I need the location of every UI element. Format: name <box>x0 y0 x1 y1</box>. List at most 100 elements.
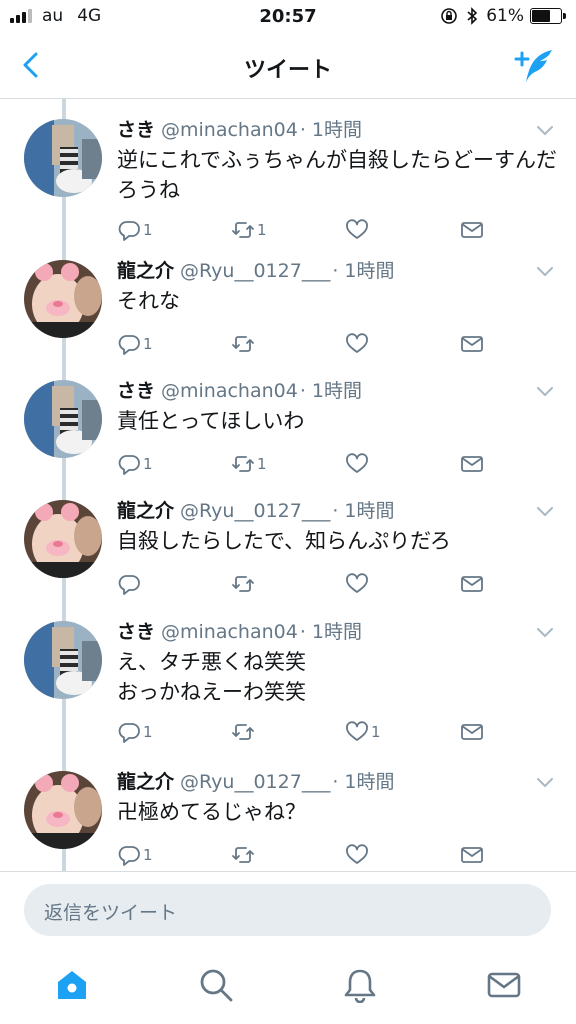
retweet-button[interactable] <box>231 719 257 745</box>
chevron-down-icon[interactable] <box>536 777 554 789</box>
reply-button[interactable]: 1 <box>117 331 153 357</box>
avatar[interactable] <box>24 771 102 849</box>
home-icon[interactable] <box>54 967 90 1003</box>
chevron-down-icon[interactable] <box>536 125 554 137</box>
reply-icon <box>118 335 140 355</box>
tweet-actions: 1 <box>117 842 497 868</box>
avatar[interactable] <box>24 500 102 578</box>
retweet-count: 1 <box>257 221 267 239</box>
tweet[interactable]: 龍之介 @Ryu__0127___ · 1時間 卍極めてるじゃね？ 1 <box>0 759 576 871</box>
dm-button[interactable] <box>460 842 484 868</box>
retweet-button[interactable] <box>231 842 257 868</box>
tweet-header: さき @minachan04 · 1時間 <box>117 115 362 142</box>
reply-button[interactable]: 1 <box>117 842 153 868</box>
display-name[interactable]: 龍之介 <box>117 500 174 522</box>
dm-button[interactable] <box>460 217 484 243</box>
avatar[interactable] <box>24 621 102 699</box>
dm-button[interactable] <box>460 571 484 597</box>
chevron-down-icon[interactable] <box>536 266 554 278</box>
tweet-actions: 11 <box>117 451 497 477</box>
reply-bar: 返信をツイート <box>0 871 576 954</box>
bluetooth-icon <box>467 7 478 25</box>
like-button[interactable] <box>345 331 371 357</box>
dm-button[interactable] <box>460 451 484 477</box>
user-handle[interactable]: @Ryu__0127___ <box>180 260 330 282</box>
display-name[interactable]: さき <box>117 119 155 141</box>
like-button[interactable] <box>345 217 371 243</box>
tweet-actions: 1 <box>117 331 497 357</box>
user-handle[interactable]: @Ryu__0127___ <box>180 771 330 793</box>
like-button[interactable] <box>345 842 371 868</box>
retweet-icon <box>232 336 254 352</box>
like-count: 1 <box>371 723 381 741</box>
avatar[interactable] <box>24 380 102 458</box>
like-button[interactable] <box>345 571 371 597</box>
user-handle[interactable]: @minachan04 <box>161 380 298 402</box>
tweet[interactable]: 龍之介 @Ryu__0127___ · 1時間 自殺したらしたで、知らんぷりだろ <box>0 488 576 608</box>
dm-button[interactable] <box>460 719 484 745</box>
reply-button[interactable]: 1 <box>117 451 153 477</box>
reply-button[interactable]: 1 <box>117 217 153 243</box>
reply-icon <box>118 723 140 743</box>
display-name[interactable]: さき <box>117 621 155 643</box>
like-icon <box>346 333 368 353</box>
reply-icon <box>118 455 140 475</box>
like-button[interactable]: 1 <box>345 719 381 745</box>
tweet-time: · 1時間 <box>332 771 395 793</box>
tweet-header: さき @minachan04 · 1時間 <box>117 376 362 403</box>
chevron-down-icon[interactable] <box>536 386 554 398</box>
reply-icon <box>118 846 140 866</box>
avatar[interactable] <box>24 260 102 338</box>
user-handle[interactable]: @minachan04 <box>161 119 298 141</box>
chevron-down-icon[interactable] <box>536 506 554 518</box>
tweet[interactable]: 龍之介 @Ryu__0127___ · 1時間 それな 1 <box>0 248 576 368</box>
user-handle[interactable]: @Ryu__0127___ <box>180 500 330 522</box>
display-name[interactable]: さき <box>117 380 155 402</box>
tweet[interactable]: さき @minachan04 · 1時間 責任とってほしいわ 1 1 <box>0 368 576 488</box>
messages-icon[interactable] <box>486 967 522 1003</box>
retweet-button[interactable]: 1 <box>231 451 267 477</box>
retweet-icon <box>232 724 254 740</box>
nav-bar: ツイート <box>0 34 576 99</box>
battery-icon <box>530 8 566 24</box>
tweet-time: · 1時間 <box>299 380 363 402</box>
chevron-down-icon[interactable] <box>536 627 554 639</box>
tweet[interactable]: さき @minachan04 · 1時間 逆にこれでふぅちゃんが自殺したらどーすんだろ… <box>0 107 576 241</box>
display-name[interactable]: 龍之介 <box>117 771 174 793</box>
reply-count: 1 <box>143 846 153 864</box>
tweet-time: · 1時間 <box>299 119 363 141</box>
like-icon <box>346 721 368 741</box>
retweet-button[interactable] <box>231 571 257 597</box>
retweet-button[interactable]: 1 <box>231 217 267 243</box>
tweet-text: それな <box>117 289 180 313</box>
notifications-icon[interactable] <box>342 967 378 1003</box>
reply-count: 1 <box>143 221 153 239</box>
like-button[interactable] <box>345 451 371 477</box>
reply-count: 1 <box>143 455 153 473</box>
tweet-text: 責任とってほしいわ <box>117 409 305 433</box>
user-handle[interactable]: @minachan04 <box>161 621 298 643</box>
compose-tweet-icon[interactable] <box>514 46 554 86</box>
battery-percent: 61% <box>486 6 524 26</box>
reply-button[interactable]: 1 <box>117 719 153 745</box>
tweet[interactable]: さき @minachan04 · 1時間 え、タチ悪くね笑笑 おっかねえーわ笑笑 1 1 <box>0 609 576 743</box>
direct-message-icon <box>461 456 483 472</box>
search-icon[interactable] <box>198 967 234 1003</box>
status-right: 61% <box>440 6 566 26</box>
tweet-header: 龍之介 @Ryu__0127___ · 1時間 <box>117 256 395 283</box>
tweet-time: · 1時間 <box>332 500 395 522</box>
tweet-header: 龍之介 @Ryu__0127___ · 1時間 <box>117 496 395 523</box>
display-name[interactable]: 龍之介 <box>117 260 174 282</box>
retweet-button[interactable] <box>231 331 257 357</box>
retweet-icon <box>232 456 254 472</box>
tweet-header: さき @minachan04 · 1時間 <box>117 617 362 644</box>
reply-input[interactable]: 返信をツイート <box>24 884 551 936</box>
like-icon <box>346 219 368 239</box>
tab-bar <box>0 953 576 1024</box>
direct-message-icon <box>461 336 483 352</box>
tweet-time: · 1時間 <box>299 621 363 643</box>
reply-button[interactable] <box>117 571 143 597</box>
dm-button[interactable] <box>460 331 484 357</box>
retweet-count: 1 <box>257 455 267 473</box>
avatar[interactable] <box>24 119 102 197</box>
